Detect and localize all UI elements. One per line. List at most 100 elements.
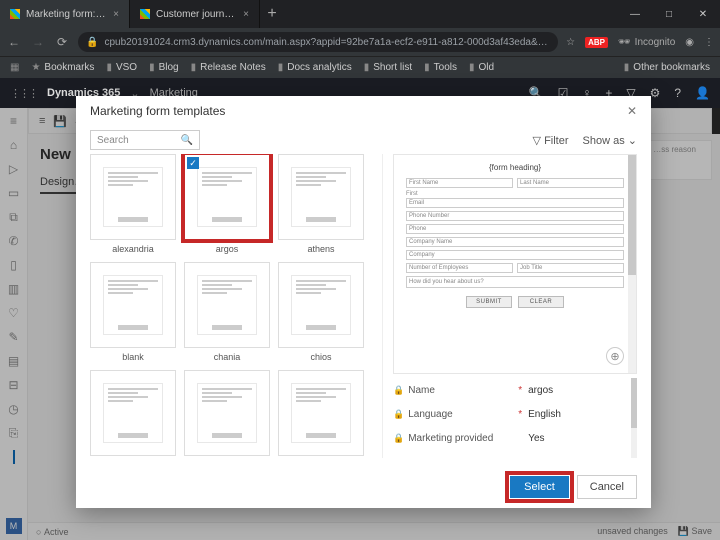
template-card[interactable]: corfu — [90, 370, 176, 458]
required-icon: * — [518, 385, 522, 396]
scrollbar[interactable] — [631, 378, 637, 458]
template-card[interactable]: kalamata — [278, 370, 364, 458]
bookmark-item[interactable]: ▮Old — [465, 62, 498, 73]
property-key: Name — [408, 385, 518, 396]
maximize-icon[interactable]: □ — [652, 0, 686, 28]
bookmark-item[interactable]: ★Bookmarks — [27, 62, 98, 73]
other-bookmarks[interactable]: ▮Other bookmarks — [620, 62, 714, 73]
preview-field: Company — [406, 250, 624, 260]
bookmark-item[interactable]: ▮ Tools — [420, 62, 461, 73]
url-input[interactable]: 🔒 cpub20191024.crm3.dynamics.com/main.as… — [78, 32, 558, 52]
template-label: chios — [310, 352, 331, 362]
tab-title: Customer journey: Information: — [156, 9, 237, 20]
search-placeholder: Search — [97, 135, 129, 146]
tab-close-icon[interactable]: × — [113, 9, 119, 20]
apps-button[interactable]: ▦ — [6, 62, 23, 73]
folder-icon: ▮ — [364, 62, 370, 73]
template-card[interactable]: chania — [184, 262, 270, 362]
funnel-icon: ▽ — [533, 135, 541, 147]
scrollbar-thumb[interactable] — [631, 378, 637, 428]
forward-icon[interactable]: → — [30, 35, 46, 49]
user-icon[interactable]: 👤 — [695, 86, 710, 100]
modal-footer: Select Cancel — [76, 466, 651, 508]
template-thumb — [184, 370, 270, 456]
tab-title: Marketing form: Information: Ne — [26, 9, 107, 20]
gear-icon[interactable]: ⚙ — [650, 86, 661, 100]
property-value[interactable]: argos — [528, 385, 553, 396]
property-value[interactable]: Yes — [528, 433, 544, 444]
preview-field: Last Name — [517, 178, 624, 188]
folder-icon: ▮ — [424, 62, 430, 73]
window-controls: — □ ✕ — [618, 0, 720, 28]
template-card[interactable]: alexandria — [90, 154, 176, 254]
template-thumb — [278, 262, 364, 348]
address-bar: ← → ⟳ 🔒 cpub20191024.crm3.dynamics.com/m… — [0, 28, 720, 56]
close-icon[interactable]: ✕ — [627, 104, 637, 118]
grid-icon: ▦ — [10, 62, 19, 73]
favicon-icon — [140, 9, 150, 19]
template-card[interactable]: blank — [90, 262, 176, 362]
incognito-indicator[interactable]: 🕶 Incognito — [618, 37, 675, 48]
preview-field: Phone Number — [406, 211, 624, 221]
bookmark-label: Other bookmarks — [633, 62, 710, 73]
showas-label: Show as — [583, 135, 625, 147]
browser-tab[interactable]: Customer journey: Information: × — [130, 0, 260, 28]
bookmark-item[interactable]: ▮Short list — [360, 62, 416, 73]
template-card[interactable]: chios — [278, 262, 364, 362]
incognito-icon: 🕶 — [618, 37, 631, 48]
template-label: alexandria — [112, 244, 154, 254]
tab-close-icon[interactable]: × — [243, 9, 249, 20]
back-icon[interactable]: ← — [6, 35, 22, 49]
bookmark-label: Tools — [434, 62, 457, 73]
scrollbar-thumb[interactable] — [628, 155, 636, 275]
bookmark-item[interactable]: ▮Blog — [145, 62, 183, 73]
help-icon[interactable]: ? — [674, 86, 681, 100]
filter-button[interactable]: ▽ Filter — [533, 134, 569, 147]
template-card[interactable]: athens — [278, 154, 364, 254]
template-card[interactable]: heraklion — [184, 370, 270, 458]
bookmark-item[interactable]: ▮Release Notes — [187, 62, 270, 73]
bookmark-label: Release Notes — [200, 62, 266, 73]
star-icon[interactable]: ☆ — [566, 37, 575, 48]
folder-icon: ▮ — [191, 62, 197, 73]
zoom-icon[interactable]: ⊕ — [606, 347, 624, 365]
menu-icon[interactable]: ⋮ — [704, 37, 714, 48]
reload-icon[interactable]: ⟳ — [54, 35, 70, 49]
cancel-button[interactable]: Cancel — [577, 475, 637, 499]
star-icon: ★ — [31, 62, 40, 73]
preview-panel: {form heading} First NameLast Name First… — [382, 154, 637, 458]
modal-header: Marketing form templates ✕ — [76, 96, 651, 126]
profile-icon[interactable]: ◉ — [685, 37, 694, 48]
template-modal: Marketing form templates ✕ Search 🔍 ▽ Fi… — [76, 96, 651, 508]
required-icon: * — [518, 409, 522, 420]
lock-icon: 🔒 — [86, 37, 98, 48]
minimize-icon[interactable]: — — [618, 0, 652, 28]
select-button[interactable]: Select — [510, 476, 569, 498]
chevron-down-icon: ⌄ — [628, 135, 637, 147]
template-label: chania — [214, 352, 241, 362]
search-icon: 🔍 — [181, 135, 193, 146]
lock-icon: 🔒 — [393, 385, 404, 396]
template-card[interactable]: ✓argos — [184, 154, 270, 254]
browser-tab[interactable]: Marketing form: Information: Ne × — [0, 0, 130, 28]
browser-tabstrip: Marketing form: Information: Ne × Custom… — [0, 0, 720, 28]
scrollbar[interactable] — [628, 155, 636, 373]
template-thumb — [278, 154, 364, 240]
property-value[interactable]: English — [528, 409, 561, 420]
bookmark-item[interactable]: ▮VSO — [102, 62, 141, 73]
folder-icon: ▮ — [106, 62, 112, 73]
search-input[interactable]: Search 🔍 — [90, 130, 200, 150]
template-thumb — [278, 370, 364, 456]
template-gallery: alexandria ✓argosathens blank chania chios co… — [90, 154, 372, 458]
preview-field: How did you hear about us? — [406, 276, 624, 288]
close-icon[interactable]: ✕ — [686, 0, 720, 28]
template-label: blank — [122, 352, 144, 362]
new-tab-button[interactable]: + — [260, 0, 284, 28]
showas-button[interactable]: Show as ⌄ — [583, 134, 637, 147]
preview-field: Email — [406, 198, 624, 208]
waffle-icon[interactable]: ⋮⋮⋮ — [10, 87, 37, 100]
abp-icon[interactable]: ABP — [585, 37, 608, 48]
bookmark-item[interactable]: ▮Docs analytics — [274, 62, 356, 73]
preview-field: First Name — [406, 178, 513, 188]
check-icon: ✓ — [187, 157, 199, 169]
